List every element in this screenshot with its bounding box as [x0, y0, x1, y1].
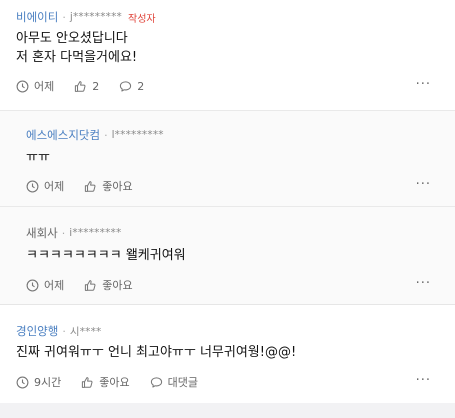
- comment-body: 진짜 귀여워ㅠㅜ 언니 최고야ㅠㅜ 너무귀여웡!@@!: [16, 343, 296, 362]
- comment-1: 비에이티 · j********* 작성자 아무도 안오셨답니다 저 혼자 다먹…: [0, 0, 455, 110]
- clock-icon: [26, 180, 39, 192]
- comment-2: 경인양행 · 시**** 진짜 귀여워ㅠㅜ 언니 최고야ㅠㅜ 너무귀여웡!@@!…: [0, 305, 455, 403]
- time-label: 어제: [34, 80, 55, 93]
- more-icon[interactable]: ···: [416, 177, 431, 192]
- clock-icon: [16, 376, 29, 388]
- comment-nickname[interactable]: 경인양행: [16, 323, 58, 339]
- thumbs-up-icon: [85, 279, 96, 291]
- separator-dot: ·: [104, 128, 108, 142]
- comment-actions: 어제 좋아요: [26, 277, 153, 293]
- like-label: 좋아요: [99, 376, 130, 389]
- author-badge: 작성자: [128, 13, 156, 25]
- time-label: 어제: [44, 180, 65, 193]
- clock-icon: [16, 80, 29, 92]
- thumbs-up-icon: [75, 80, 86, 92]
- comment-actions: 어제 2 2: [16, 78, 164, 94]
- bottom-gap: [0, 403, 455, 418]
- reply-2: 새회사 · i********* ㅋㅋㅋㅋㅋㅋㅋㅋ 왤케귀여워 어제 좋아요 ·…: [0, 206, 455, 304]
- comment-nickname[interactable]: 새회사: [26, 225, 58, 241]
- speech-bubble-icon: [120, 80, 132, 92]
- comment-line: 진짜 귀여워ㅠㅜ 언니 최고야ㅠㅜ 너무귀여웡!@@!: [16, 345, 297, 360]
- like-label: 좋아요: [102, 180, 133, 193]
- more-icon[interactable]: ···: [416, 373, 431, 388]
- like-button[interactable]: 2: [74, 80, 99, 93]
- like-count: 2: [92, 79, 100, 93]
- comment-user-id: 시****: [69, 325, 102, 338]
- separator-dot: ·: [62, 10, 66, 24]
- comment-body: 아무도 안오셨답니다 저 혼자 다먹을거에요!: [16, 29, 137, 67]
- comment-user-id: j*********: [69, 11, 122, 23]
- time-stamp: 어제: [26, 277, 64, 293]
- reply-1: 에스에스지닷컴 · l********* ㅠㅠ 어제 좋아요 ···: [0, 110, 455, 206]
- time-stamp: 9시간: [16, 374, 61, 390]
- comment-line: ㅋㅋㅋㅋㅋㅋㅋㅋ 왤케귀여워: [26, 248, 186, 263]
- comment-user-id: l*********: [111, 129, 164, 141]
- like-label: 좋아요: [102, 279, 133, 292]
- comment-nickname[interactable]: 에스에스지닷컴: [26, 127, 100, 143]
- comment-actions: 9시간 좋아요 대댓글: [16, 374, 218, 390]
- time-label: 9시간: [34, 376, 62, 389]
- time-stamp: 어제: [16, 78, 54, 94]
- reply-label: 대댓글: [167, 376, 198, 389]
- comment-user-id: i*********: [69, 227, 122, 239]
- comment-line: 저 혼자 다먹을거에요!: [16, 50, 138, 65]
- comment-nickname[interactable]: 비에이티: [16, 9, 58, 25]
- comment-meta: 에스에스지닷컴 · l*********: [26, 127, 164, 143]
- reply-button[interactable]: 2: [119, 80, 144, 93]
- like-button[interactable]: 좋아요: [84, 277, 133, 293]
- comment-actions: 어제 좋아요: [26, 178, 153, 194]
- reply-count: 2: [137, 79, 145, 93]
- separator-dot: ·: [61, 226, 66, 240]
- like-button[interactable]: 좋아요: [81, 374, 130, 390]
- separator-dot: ·: [62, 324, 66, 338]
- like-button[interactable]: 좋아요: [84, 178, 133, 194]
- thumbs-up-icon: [85, 180, 96, 192]
- thumbs-up-icon: [82, 376, 93, 388]
- comment-meta: 경인양행 · 시****: [16, 323, 102, 339]
- clock-icon: [26, 279, 39, 291]
- comment-meta: 새회사 · i*********: [26, 225, 121, 241]
- more-icon[interactable]: ···: [416, 77, 431, 92]
- time-stamp: 어제: [26, 178, 64, 194]
- comment-line: ㅠㅠ: [26, 150, 50, 165]
- comment-body: ㅠㅠ: [26, 148, 50, 167]
- more-icon[interactable]: ···: [416, 276, 431, 291]
- reply-button[interactable]: 대댓글: [150, 374, 198, 390]
- speech-bubble-icon: [150, 376, 162, 388]
- comment-line: 아무도 안오셨답니다: [16, 31, 128, 46]
- comment-meta: 비에이티 · j********* 작성자: [16, 9, 156, 25]
- comment-body: ㅋㅋㅋㅋㅋㅋㅋㅋ 왤케귀여워: [26, 246, 186, 265]
- time-label: 어제: [44, 279, 65, 292]
